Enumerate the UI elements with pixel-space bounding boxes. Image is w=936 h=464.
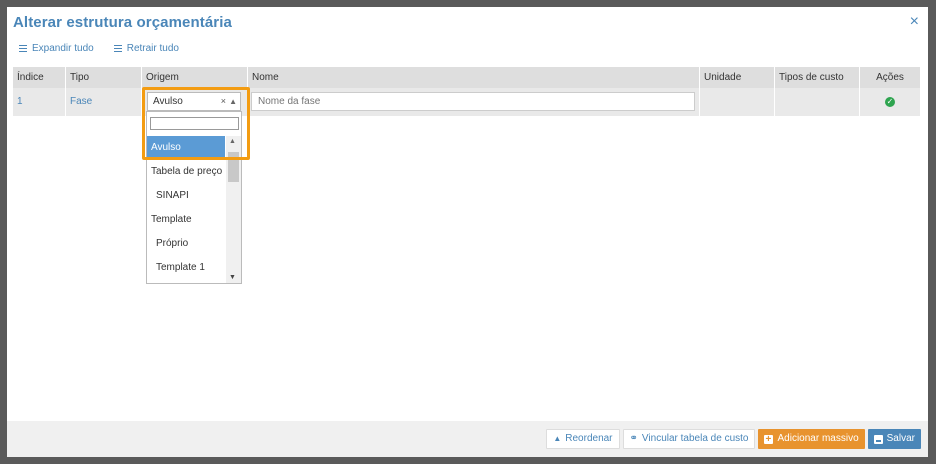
plus-square-icon xyxy=(764,430,774,450)
modal-title: Alterar estrutura orçamentária xyxy=(13,14,232,31)
collapse-all-label: Retrair tudo xyxy=(126,43,179,54)
save-icon xyxy=(873,434,883,444)
expand-all-button[interactable]: Expandir tudo xyxy=(19,43,94,54)
row-index[interactable]: 1 xyxy=(13,88,66,116)
scroll-down-icon[interactable]: ▼ xyxy=(229,274,236,281)
scroll-up-icon[interactable]: ▲ xyxy=(229,138,236,145)
option-sinapi[interactable]: SINAPI xyxy=(147,184,225,208)
dropdown-scrollbar[interactable]: ▲ ▼ xyxy=(226,136,241,283)
row-actions: ✓ xyxy=(860,88,920,116)
table-header: Índice Tipo Origem Nome Unidade Tipos de… xyxy=(13,67,920,88)
modal-footer: ▲ Reordenar ⚭ Vincular tabela de custo A… xyxy=(7,421,928,457)
option-template-1[interactable]: Template 1 xyxy=(147,256,225,280)
bulk-add-button[interactable]: Adicionar massivo xyxy=(758,429,865,450)
row-unit xyxy=(700,88,775,116)
reorder-button[interactable]: ▲ Reordenar xyxy=(546,429,620,449)
header-origin: Origem xyxy=(142,67,248,88)
link-cost-table-label: Vincular tabela de custo xyxy=(641,433,749,444)
close-icon[interactable]: × xyxy=(910,14,919,30)
reorder-label: Reordenar xyxy=(565,433,613,444)
header-actions: Ações xyxy=(876,72,904,83)
group-template: Template xyxy=(151,214,192,225)
dropdown-list: Avulso Tabela de preço SINAPI Template P… xyxy=(147,136,225,280)
triangle-up-icon: ▲ xyxy=(553,434,562,443)
check-circle-icon[interactable]: ✓ xyxy=(885,97,895,107)
dropdown-search-input[interactable] xyxy=(150,117,239,130)
list-icon xyxy=(113,45,122,52)
budget-structure-modal: Alterar estrutura orçamentária × Expandi… xyxy=(7,7,928,457)
header-type: Tipo xyxy=(66,67,142,88)
header-cost-types: Tipos de custo xyxy=(775,67,860,88)
header-index: Índice xyxy=(13,67,66,88)
link-icon: ⚭ xyxy=(629,433,638,444)
row-cost-types xyxy=(775,88,860,116)
option-avulso[interactable]: Avulso xyxy=(147,136,225,160)
collapse-all-button[interactable]: Retrair tudo xyxy=(113,43,179,54)
origin-select[interactable]: Avulso × ▲ xyxy=(147,92,241,111)
list-icon xyxy=(19,45,27,52)
chevron-up-icon[interactable]: ▲ xyxy=(229,93,237,110)
expand-all-label: Expandir tudo xyxy=(32,43,94,54)
group-tabela-de-preco: Tabela de preço xyxy=(151,166,223,177)
bulk-add-label: Adicionar massivo xyxy=(777,433,859,444)
option-proprio[interactable]: Próprio xyxy=(147,232,225,256)
save-button[interactable]: Salvar xyxy=(867,429,921,449)
origin-select-value: Avulso xyxy=(153,96,183,107)
clear-icon[interactable]: × xyxy=(221,93,226,110)
link-cost-table-button[interactable]: ⚭ Vincular tabela de custo xyxy=(622,429,756,449)
phase-name-input[interactable] xyxy=(251,92,695,111)
toolbar: Expandir tudo Retrair tudo xyxy=(19,43,179,54)
scrollbar-thumb[interactable] xyxy=(228,152,239,182)
row-type[interactable]: Fase xyxy=(66,88,142,116)
origin-dropdown: Avulso Tabela de preço SINAPI Template P… xyxy=(146,111,242,284)
save-label: Salvar xyxy=(886,433,915,444)
header-unit: Unidade xyxy=(700,67,775,88)
footer-buttons: ▲ Reordenar ⚭ Vincular tabela de custo A… xyxy=(546,429,921,450)
header-name: Nome xyxy=(248,67,700,88)
